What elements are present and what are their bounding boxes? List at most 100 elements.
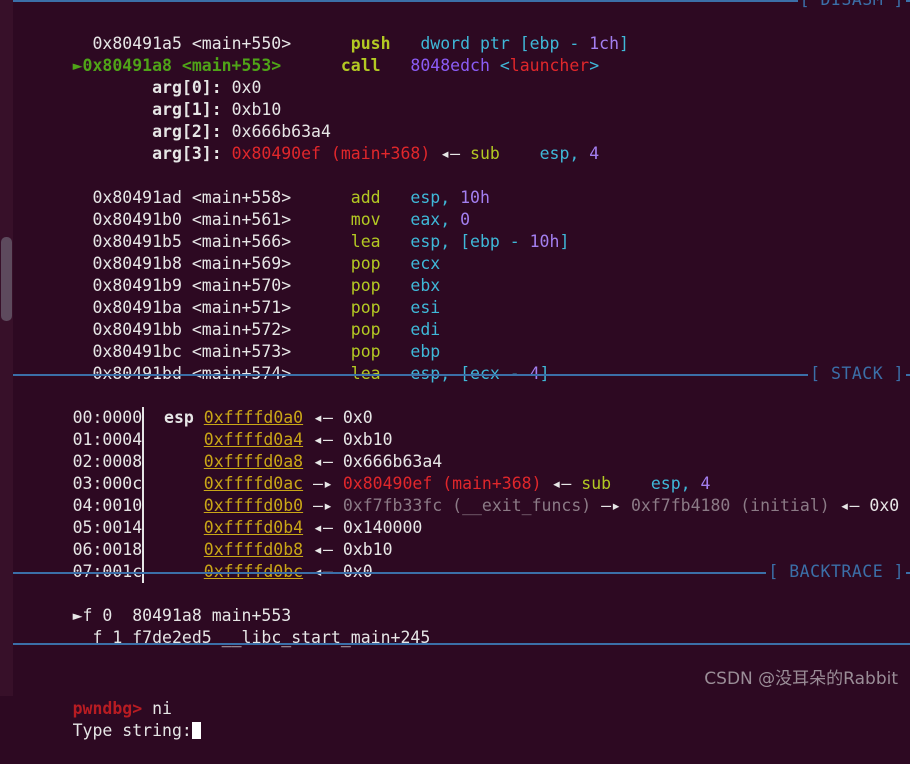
stack-address[interactable]: 0xffffd0a8	[204, 452, 303, 471]
bottom-separator	[13, 632, 910, 654]
disasm-symbol: <main+566>	[191, 232, 292, 251]
disasm-address: 0x80491a5	[92, 34, 182, 53]
frame-address: 80491a8	[132, 606, 202, 625]
stack-deref-operand-number: 4	[700, 474, 711, 493]
terminal-window[interactable]: [ DISASM ] 0x80491a5 <main+550> push dwo…	[0, 0, 910, 740]
right-arrow-icon: —▸	[313, 474, 333, 493]
call-target-address[interactable]: 8048edch	[410, 56, 489, 75]
stack-address[interactable]: 0xffffd0b8	[204, 540, 303, 559]
current-instruction-marker: ►	[72, 56, 83, 75]
scrollbar-thumb[interactable]	[1, 237, 12, 321]
arg-label: arg[0]:	[152, 78, 222, 97]
disasm-mnemonic: pop	[350, 342, 381, 361]
disasm-mnemonic: mov	[350, 210, 381, 229]
left-arrow-icon: ◂—	[313, 408, 333, 427]
pwndbg-prompt: pwndbg>	[72, 699, 143, 718]
deref-operand-reg: esp,	[539, 144, 580, 163]
left-arrow-icon: ◂—	[313, 518, 333, 537]
left-arrow-icon: ◂—	[551, 474, 572, 493]
disasm-operand-reg: ebx	[410, 276, 441, 295]
stack-address[interactable]: 0xffffd0a0	[204, 408, 303, 427]
right-arrow-icon: —▸	[313, 496, 333, 515]
arg-value: 0x80490ef (main+368)	[231, 144, 431, 163]
right-arrow-icon: —▸	[601, 496, 622, 515]
stack-register-label: esp	[164, 408, 194, 427]
bottom-separator-line	[13, 643, 910, 645]
disasm-separator-line	[13, 0, 910, 2]
disasm-operand-post: ]	[619, 34, 629, 53]
program-output-text: Type string:	[72, 721, 192, 740]
disasm-mnemonic: pop	[350, 298, 381, 317]
arg-label: arg[2]:	[152, 122, 222, 141]
disasm-operand-number: 10h	[460, 188, 490, 207]
disasm-operand-reg: eax,	[410, 210, 451, 229]
disasm-symbol: <main+572>	[191, 320, 292, 339]
disasm-operand-reg: esi	[410, 298, 441, 317]
backtrace-section-header: [ BACKTRACE ]	[13, 561, 910, 583]
text-cursor[interactable]	[191, 722, 201, 739]
stack-value: 0xf7fb33fc (__exit_funcs)	[342, 496, 592, 515]
stack-section-label: [ STACK ]	[808, 363, 906, 385]
disasm-operand-reg: esp, [ebp -	[410, 232, 530, 251]
stack-row[interactable]: 00:0000 esp 0xffffd0a0 ◂— 0x0	[13, 385, 910, 429]
disasm-address: 0x80491bb	[92, 320, 182, 339]
disasm-address: 0x80491ad	[92, 188, 182, 207]
arg-label: arg[3]:	[152, 144, 222, 163]
disasm-symbol: <main+571>	[191, 298, 292, 317]
stack-offset: 05:0014	[72, 517, 145, 539]
stack-address[interactable]: 0xffffd0a4	[204, 430, 303, 449]
stack-address[interactable]: 0xffffd0ac	[204, 474, 303, 493]
stack-offset: 04:0010	[72, 495, 145, 517]
stack-separator-line	[13, 374, 910, 376]
arg-label: arg[1]:	[152, 100, 222, 119]
stack-offset: 03:000c	[72, 473, 145, 495]
disasm-mnemonic: pop	[350, 254, 381, 273]
stack-value: 0x666b63a4	[342, 452, 443, 471]
stack-offset: 01:0004	[72, 429, 145, 451]
disasm-line[interactable]: 0x80491ad <main+558> add esp, 10h	[13, 165, 910, 207]
left-arrow-icon: ◂—	[313, 452, 333, 471]
deref-operand-number: 4	[589, 144, 600, 163]
disasm-line[interactable]: 0x80491a5 <main+550> push dword ptr [ebp…	[13, 11, 910, 53]
stack-address[interactable]: 0xffffd0b0	[204, 496, 303, 515]
stack-value: 0x0	[342, 408, 373, 427]
disasm-operand-reg: esp,	[410, 188, 451, 207]
terminal-content: [ DISASM ] 0x80491a5 <main+550> push dwo…	[13, 0, 910, 740]
deref-left-arrow-icon: ◂—	[440, 144, 461, 163]
stack-value: 0x140000	[342, 518, 423, 537]
stack-deref-mnemonic: sub	[581, 474, 612, 493]
disasm-address: 0x80491b5	[92, 232, 182, 251]
disasm-operand-pre: dword ptr [ebp -	[420, 34, 590, 53]
stack-section-header: [ STACK ]	[13, 363, 910, 385]
disasm-address: 0x80491a8	[82, 56, 172, 75]
scrollbar-track[interactable]	[0, 0, 13, 696]
disasm-operand-reg: edi	[410, 320, 441, 339]
disasm-mnemonic: pop	[350, 276, 381, 295]
stack-value: 0xb10	[342, 540, 393, 559]
disasm-address: 0x80491b0	[92, 210, 182, 229]
disasm-symbol: <main+569>	[191, 254, 292, 273]
disasm-section-header: [ DISASM ]	[13, 0, 910, 11]
left-arrow-icon: ◂—	[839, 496, 860, 515]
stack-value: 0xb10	[342, 430, 393, 449]
backtrace-frame-row[interactable]: ►f 0 80491a8 main+553	[13, 583, 910, 625]
call-target-symbol[interactable]: launcher	[510, 56, 589, 75]
backtrace-section-label: [ BACKTRACE ]	[766, 561, 906, 583]
stack-value-2: 0xf7fb4180 (initial)	[630, 496, 830, 515]
disasm-operand-number: 1ch	[589, 34, 620, 53]
disasm-address: 0x80491b9	[92, 276, 182, 295]
disasm-operand-number: 0	[460, 210, 471, 229]
disasm-symbol: <main+553>	[181, 56, 282, 75]
disasm-mnemonic: lea	[350, 232, 381, 251]
arg-value: 0x666b63a4	[231, 122, 331, 141]
disasm-mnemonic: push	[350, 34, 391, 53]
disasm-operand-tail: ]	[559, 232, 570, 251]
disasm-operand-reg: ebp	[410, 342, 441, 361]
left-arrow-icon: ◂—	[313, 540, 333, 559]
stack-deref-operand-reg: esp,	[650, 474, 691, 493]
disasm-symbol: <main+570>	[191, 276, 292, 295]
stack-address[interactable]: 0xffffd0b4	[204, 518, 303, 537]
disasm-symbol: <main+550>	[191, 34, 292, 53]
stack-offset: 02:0008	[72, 451, 145, 473]
disasm-mnemonic: add	[350, 188, 381, 207]
